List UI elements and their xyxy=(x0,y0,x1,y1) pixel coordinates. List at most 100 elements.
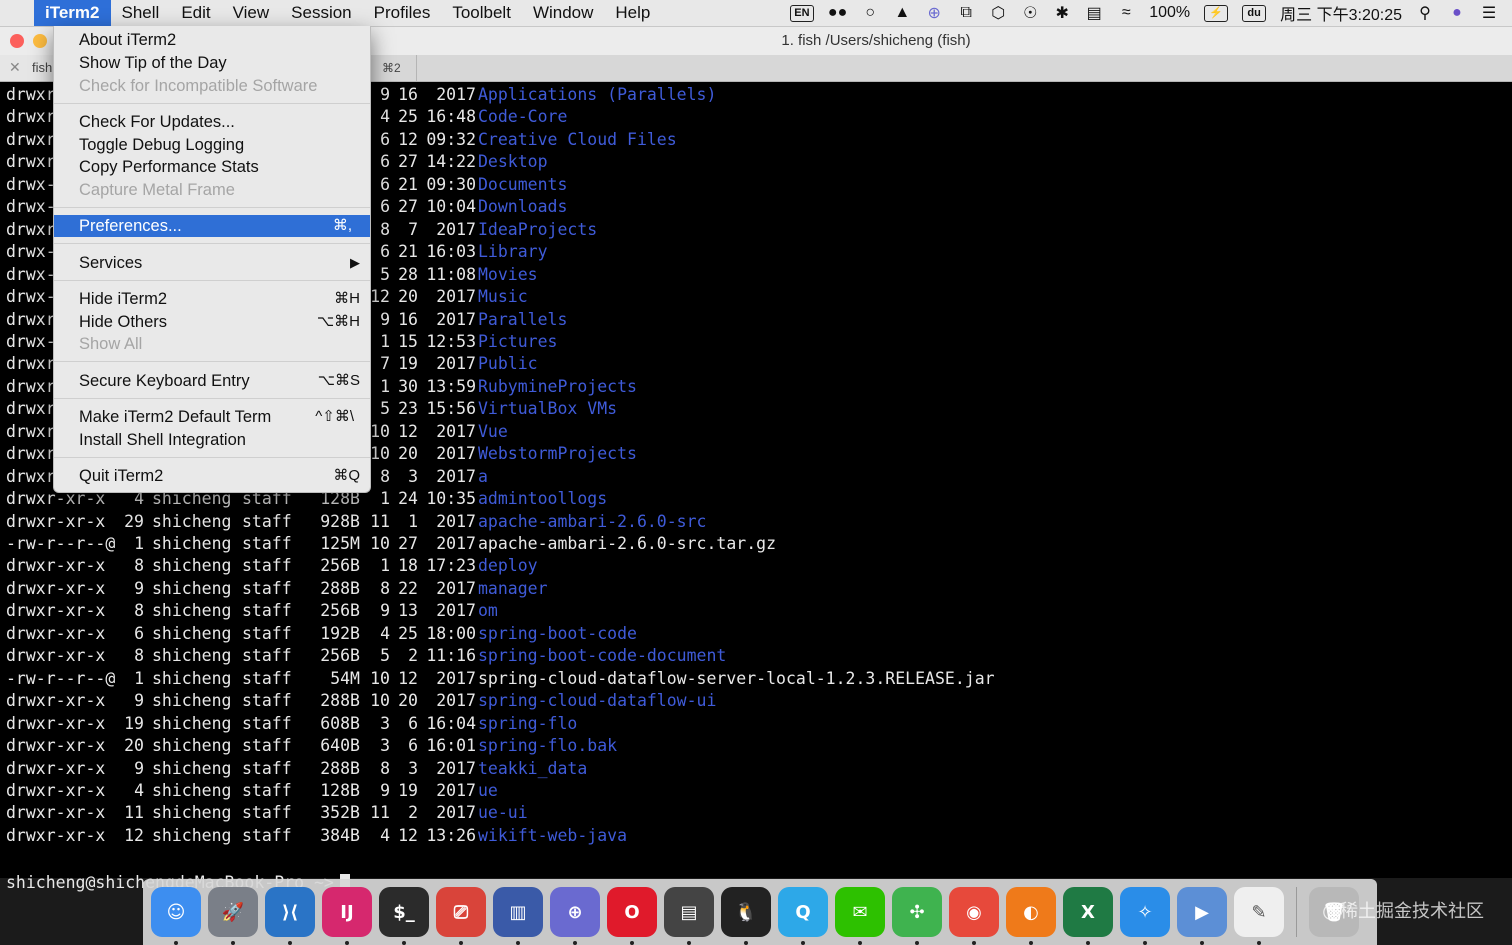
menu-item-toggle-debug[interactable]: Toggle Debug Logging xyxy=(54,134,370,156)
qq-status-icon[interactable]: ▲ xyxy=(893,4,911,22)
spotlight-search-icon[interactable]: ⚲ xyxy=(1416,3,1434,23)
apple-menu-icon[interactable] xyxy=(0,0,34,26)
dock-crosshair-app-icon[interactable]: ⊕ xyxy=(550,887,600,945)
cell-perm: drwxr xyxy=(6,107,56,127)
dock-intellij-icon[interactable]: IJ xyxy=(322,887,372,945)
dock-wechat-icon[interactable]: ✉ xyxy=(835,887,885,945)
cell-time: 16:03 xyxy=(426,242,476,262)
menu-iterm2[interactable]: iTerm2 xyxy=(34,0,111,26)
menu-help[interactable]: Help xyxy=(604,0,661,26)
battery-icon[interactable]: ⚡ xyxy=(1204,4,1229,22)
dock-preview-icon[interactable]: ▶ xyxy=(1177,887,1227,945)
dock-bars-app-icon[interactable]: ▥ xyxy=(493,887,543,945)
chat-status-icon[interactable]: ○ xyxy=(861,4,879,22)
dock-xmind-icon[interactable]: ✣ xyxy=(892,887,942,945)
cell-day: 1 xyxy=(408,511,418,531)
menu-item-label: Secure Keyboard Entry xyxy=(79,372,250,390)
bluetooth-icon[interactable]: ✱ xyxy=(1053,3,1071,23)
menu-item-hide-others[interactable]: Hide Others ⌥⌘H xyxy=(54,311,370,333)
running-indicator xyxy=(744,941,748,945)
cell-time: 2017 xyxy=(436,309,476,329)
dock-opera-icon[interactable]: O xyxy=(607,887,657,945)
notification-center-icon[interactable]: ☰ xyxy=(1480,3,1498,23)
box-status-icon[interactable]: ⬡ xyxy=(989,3,1007,23)
running-indicator xyxy=(630,941,634,945)
dock-firefox-icon[interactable]: ◐ xyxy=(1006,887,1056,945)
menu-session[interactable]: Session xyxy=(280,0,362,26)
input-source-icon[interactable]: EN xyxy=(789,4,814,22)
menu-item-tip-of-the-day[interactable]: Show Tip of the Day xyxy=(54,52,370,74)
menu-item-preferences[interactable]: Preferences... ⌘, xyxy=(54,215,370,237)
battery-percent[interactable]: 100% xyxy=(1149,4,1190,22)
cell-size: 256B xyxy=(320,601,360,621)
cell-owner: shicheng xyxy=(152,668,232,688)
cell-time: 17:23 xyxy=(426,556,476,576)
menu-item-check-updates[interactable]: Check For Updates... xyxy=(54,111,370,133)
cell-perm: drwx- xyxy=(6,331,56,351)
dock-terminal-icon[interactable]: $_ xyxy=(379,887,429,945)
menu-window[interactable]: Window xyxy=(522,0,604,26)
close-tab-icon[interactable]: ✕ xyxy=(9,59,21,76)
dock-glyph: ▤ xyxy=(680,901,698,923)
cell-time: 2017 xyxy=(436,219,476,239)
wechat-status-icon[interactable]: ●● xyxy=(828,4,847,22)
cell-name: spring-boot-code-document xyxy=(478,646,727,666)
menu-toolbelt[interactable]: Toolbelt xyxy=(441,0,522,26)
menu-item-install-shell-integration[interactable]: Install Shell Integration xyxy=(54,429,370,451)
cell-name: admintoollogs xyxy=(478,489,608,509)
menu-item-label: Make iTerm2 Default Term xyxy=(79,408,272,426)
cell-mon: 10 xyxy=(370,668,390,688)
dock-glyph: ✣ xyxy=(909,901,925,923)
dock-excel-icon[interactable]: X xyxy=(1063,887,1113,945)
cell-name: VirtualBox VMs xyxy=(478,399,618,419)
accessibility-icon[interactable]: ☉ xyxy=(1021,3,1039,23)
cell-time: 2017 xyxy=(436,466,476,486)
dock-activity-monitor-icon[interactable]: ▤ xyxy=(664,887,714,945)
cell-mon: 8 xyxy=(380,578,390,598)
menu-item-label: Quit iTerm2 xyxy=(79,467,164,485)
cell-day: 30 xyxy=(398,376,418,396)
cell-name: Parallels xyxy=(478,309,568,329)
menu-item-about[interactable]: About iTerm2 xyxy=(54,29,370,51)
menu-separator xyxy=(54,361,370,362)
dock-qq-browser-icon[interactable]: Q xyxy=(778,887,828,945)
cell-perm: drwxr-xr-x xyxy=(6,758,106,778)
cell-links: 1 xyxy=(134,534,144,553)
dock-remote-desktop-icon[interactable]: ⎚ xyxy=(436,887,486,945)
menu-shell[interactable]: Shell xyxy=(111,0,171,26)
dock-textedit-icon[interactable]: ✎ xyxy=(1234,887,1284,945)
siri-icon[interactable]: ● xyxy=(1448,4,1466,22)
cell-name: wikift-web-java xyxy=(478,825,628,845)
dock-glyph: ◉ xyxy=(966,901,982,923)
menu-separator xyxy=(54,280,370,281)
dock-glyph: 🐧 xyxy=(734,901,758,923)
cell-day: 20 xyxy=(398,691,418,711)
running-indicator xyxy=(1143,941,1147,945)
menu-item-make-default-term[interactable]: Make iTerm2 Default Term ^⇧⌘\ xyxy=(54,406,370,428)
menu-item-services[interactable]: Services ▶ xyxy=(54,252,370,274)
cell-mon: 6 xyxy=(380,152,390,172)
crosshair-status-icon[interactable]: ⊕ xyxy=(925,3,943,23)
cell-mon: 6 xyxy=(380,197,390,217)
dock-qq-icon[interactable]: 🐧 xyxy=(721,887,771,945)
dock-chrome-icon[interactable]: ◉ xyxy=(949,887,999,945)
clock[interactable]: 周三 下午3:20:25 xyxy=(1280,1,1402,25)
menu-edit[interactable]: Edit xyxy=(170,0,221,26)
menu-profiles[interactable]: Profiles xyxy=(363,0,442,26)
cell-day: 6 xyxy=(408,736,418,756)
menu-item-copy-perf-stats[interactable]: Copy Performance Stats xyxy=(54,156,370,178)
menu-item-quit[interactable]: Quit iTerm2 ⌘Q xyxy=(54,465,370,487)
du-status-icon[interactable]: du xyxy=(1242,4,1267,22)
screenshot-status-icon[interactable]: ⧉ xyxy=(957,4,975,22)
menu-view[interactable]: View xyxy=(222,0,281,26)
dock-vscode-icon[interactable]: ⟩⟨ xyxy=(265,887,315,945)
menu-item-hide-iterm2[interactable]: Hide iTerm2 ⌘H xyxy=(54,288,370,310)
memory-icon[interactable]: ▤ xyxy=(1085,3,1103,23)
dock-safari-icon[interactable]: ✧ xyxy=(1120,887,1170,945)
cell-perm: drwxr-xr-x xyxy=(6,578,106,598)
wifi-icon[interactable]: ≈ xyxy=(1117,4,1135,22)
dock-finder-icon[interactable]: ☺ xyxy=(151,887,201,945)
cell-mon: 5 xyxy=(380,399,390,419)
menu-item-secure-keyboard[interactable]: Secure Keyboard Entry ⌥⌘S xyxy=(54,370,370,392)
dock-launchpad-icon[interactable]: 🚀 xyxy=(208,887,258,945)
